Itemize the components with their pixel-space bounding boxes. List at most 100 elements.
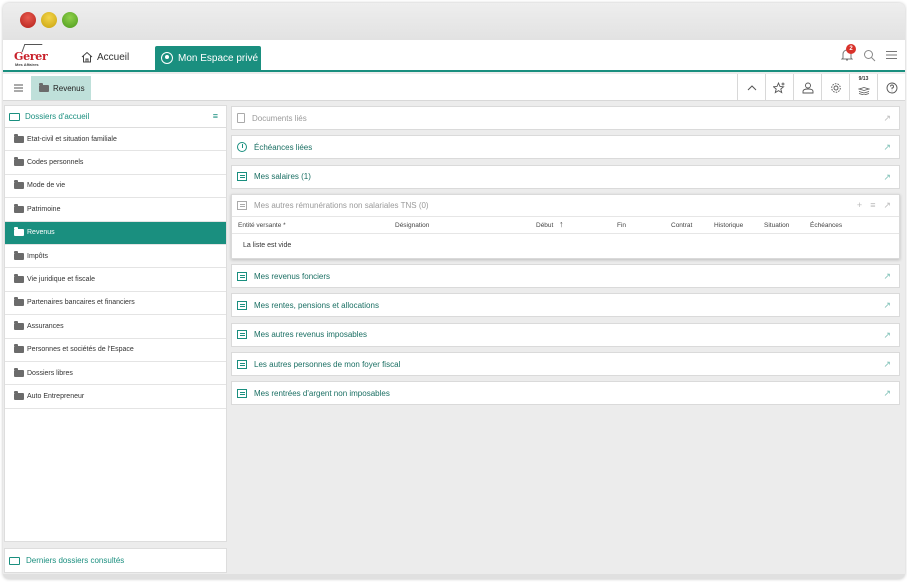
gear-icon <box>830 82 841 93</box>
panel-rentes[interactable]: Mes rentes, pensions et allocations ↗ <box>231 293 900 318</box>
panel-title: Mes salaires (1) <box>254 172 311 182</box>
list-icon <box>237 330 247 340</box>
expand-arrow-icon[interactable]: ↗ <box>883 200 891 211</box>
expand-arrow-icon[interactable]: ↗ <box>883 271 891 282</box>
folder-icon <box>39 82 49 92</box>
sidebar-header[interactable]: Dossiers d'accueil ≡ <box>5 106 226 128</box>
panel-title: Mes rentes, pensions et allocations <box>254 300 379 310</box>
share-button[interactable] <box>793 74 821 101</box>
sidebar-item-label: Dossiers libres <box>27 369 73 377</box>
app-header: Gerer Mes Affaires Accueil Mon Espace pr… <box>3 40 905 72</box>
panel-tns-header[interactable]: Mes autres rémunérations non salariales … <box>232 195 899 217</box>
folder-icon <box>14 367 24 377</box>
sidebar-item-partenaires[interactable]: Partenaires bancaires et financiers <box>5 292 226 316</box>
sidebar-item-personnes-societes[interactable]: Personnes et sociétés de l'Espace <box>5 339 226 362</box>
search-icon[interactable] <box>863 49 876 62</box>
sidebar-toggle-button[interactable] <box>7 78 29 98</box>
sidebar-item-label: Mode de vie <box>27 182 66 190</box>
minimize-window-button[interactable] <box>41 12 57 28</box>
column-situation[interactable]: Situation <box>764 222 789 229</box>
panel-tns: Mes autres rémunérations non salariales … <box>231 193 900 259</box>
bottom-bar <box>3 574 905 579</box>
column-debut[interactable]: Début <box>536 222 553 229</box>
nav-espace-label: Mon Espace privé <box>178 52 259 64</box>
expand-arrow-icon[interactable]: ↗ <box>883 300 891 311</box>
folder-icon <box>14 157 24 167</box>
sidebar-item-revenus[interactable]: Revenus <box>5 221 226 245</box>
sidebar-item-impots[interactable]: Impôts <box>5 245 226 269</box>
sidebar-item-assurances[interactable]: Assurances <box>5 315 226 339</box>
panel-documents[interactable]: Documents liés ↗ <box>231 106 900 130</box>
chevron-up-icon <box>747 84 756 90</box>
panel-salaires[interactable]: Mes salaires (1) ↗ <box>231 164 900 189</box>
calendar-badge: 9/13 <box>858 76 869 82</box>
expand-arrow-icon[interactable]: ↗ <box>883 388 891 399</box>
notification-badge: 2 <box>846 44 856 54</box>
folder-icon <box>14 250 24 260</box>
settings-button[interactable] <box>821 74 849 101</box>
folder-icon <box>14 203 24 213</box>
panel-title: Échéances liées <box>254 142 313 152</box>
expand-arrow-icon[interactable]: ↗ <box>883 113 891 124</box>
sidebar-item-vie-juridique[interactable]: Vie juridique et fiscale <box>5 268 226 292</box>
recent-folders-button[interactable]: Derniers dossiers consultés <box>4 548 227 573</box>
stack-icon <box>857 86 870 95</box>
sidebar-item-auto-entrepreneur[interactable]: Auto Entrepreneur <box>5 385 226 409</box>
expand-arrow-icon[interactable]: ↗ <box>883 142 891 153</box>
sidebar-item-mode-de-vie[interactable]: Mode de vie <box>5 175 226 199</box>
nav-home[interactable]: Accueil <box>81 49 129 65</box>
home-icon <box>81 51 93 63</box>
sidebar-item-label: Impôts <box>27 252 49 260</box>
panel-echeances[interactable]: Échéances liées ↗ <box>231 135 900 160</box>
collapse-button[interactable] <box>737 74 765 101</box>
panel-imposables[interactable]: Mes autres revenus imposables ↗ <box>231 322 900 347</box>
column-entite[interactable]: Entité versante * <box>238 222 286 229</box>
column-historique[interactable]: Historique <box>714 222 743 229</box>
person-icon <box>802 82 813 93</box>
expand-arrow-icon[interactable]: ↗ <box>883 172 891 183</box>
empty-list-message: La liste est vide <box>243 242 292 250</box>
sidebar-item-label: Etat-civil et situation familiale <box>27 135 117 143</box>
folder-icon <box>14 297 24 307</box>
logo[interactable]: Gerer Mes Affaires <box>13 43 53 69</box>
folder-icon <box>14 180 24 190</box>
menu-icon[interactable] <box>886 50 897 60</box>
sidebar-item-patrimoine[interactable]: Patrimoine <box>5 198 226 222</box>
calendar-button[interactable]: 9/13 <box>849 74 877 101</box>
favorites-button[interactable] <box>765 74 793 101</box>
sidebar-item-label: Partenaires bancaires et financiers <box>27 299 135 307</box>
panel-foyer[interactable]: Les autres personnes de mon foyer fiscal… <box>231 352 900 377</box>
sidebar-item-etat-civil[interactable]: Etat-civil et situation familiale <box>5 128 226 152</box>
folder-icon <box>14 133 24 143</box>
panel-fonciers[interactable]: Mes revenus fonciers ↗ <box>231 264 900 289</box>
title-bar <box>3 3 905 40</box>
column-fin[interactable]: Fin <box>617 222 626 229</box>
breadcrumb[interactable]: Revenus <box>31 76 91 100</box>
help-button[interactable] <box>877 74 905 101</box>
sidebar-item-dossiers-libres[interactable]: Dossiers libres <box>5 362 226 386</box>
panel-title: Mes revenus fonciers <box>254 271 331 281</box>
app-window: Gerer Mes Affaires Accueil Mon Espace pr… <box>3 3 905 579</box>
sidebar-menu-icon[interactable]: ≡ <box>213 111 218 121</box>
column-contrat[interactable]: Contrat <box>671 222 692 229</box>
breadcrumb-label: Revenus <box>53 83 85 93</box>
add-icon[interactable]: + <box>857 200 862 211</box>
expand-arrow-icon[interactable]: ↗ <box>883 359 891 370</box>
column-echeances[interactable]: Échéances <box>810 222 842 229</box>
user-avatar-icon <box>161 52 173 64</box>
column-designation[interactable]: Désignation <box>395 222 429 229</box>
maximize-window-button[interactable] <box>62 12 78 28</box>
close-window-button[interactable] <box>20 12 36 28</box>
sidebar: Dossiers d'accueil ≡ Etat-civil et situa… <box>4 105 227 542</box>
nav-espace-prive[interactable]: Mon Espace privé <box>155 46 261 70</box>
sort-arrow-icon[interactable]: ↑ <box>559 219 564 229</box>
expand-arrow-icon[interactable]: ↗ <box>883 330 891 341</box>
panel-title: Mes autres revenus imposables <box>254 330 367 340</box>
sidebar-item-label: Vie juridique et fiscale <box>27 276 95 284</box>
sidebar-item-codes-personnels[interactable]: Codes personnels <box>5 151 226 175</box>
sidebar-item-label: Auto Entrepreneur <box>27 392 85 400</box>
list-menu-icon[interactable]: ≡ <box>870 200 875 211</box>
toolbar-actions: 9/13 <box>737 74 905 101</box>
notifications-button[interactable]: 2 <box>840 44 856 62</box>
panel-rentrees[interactable]: Mes rentrées d'argent non imposables ↗ <box>231 381 900 406</box>
